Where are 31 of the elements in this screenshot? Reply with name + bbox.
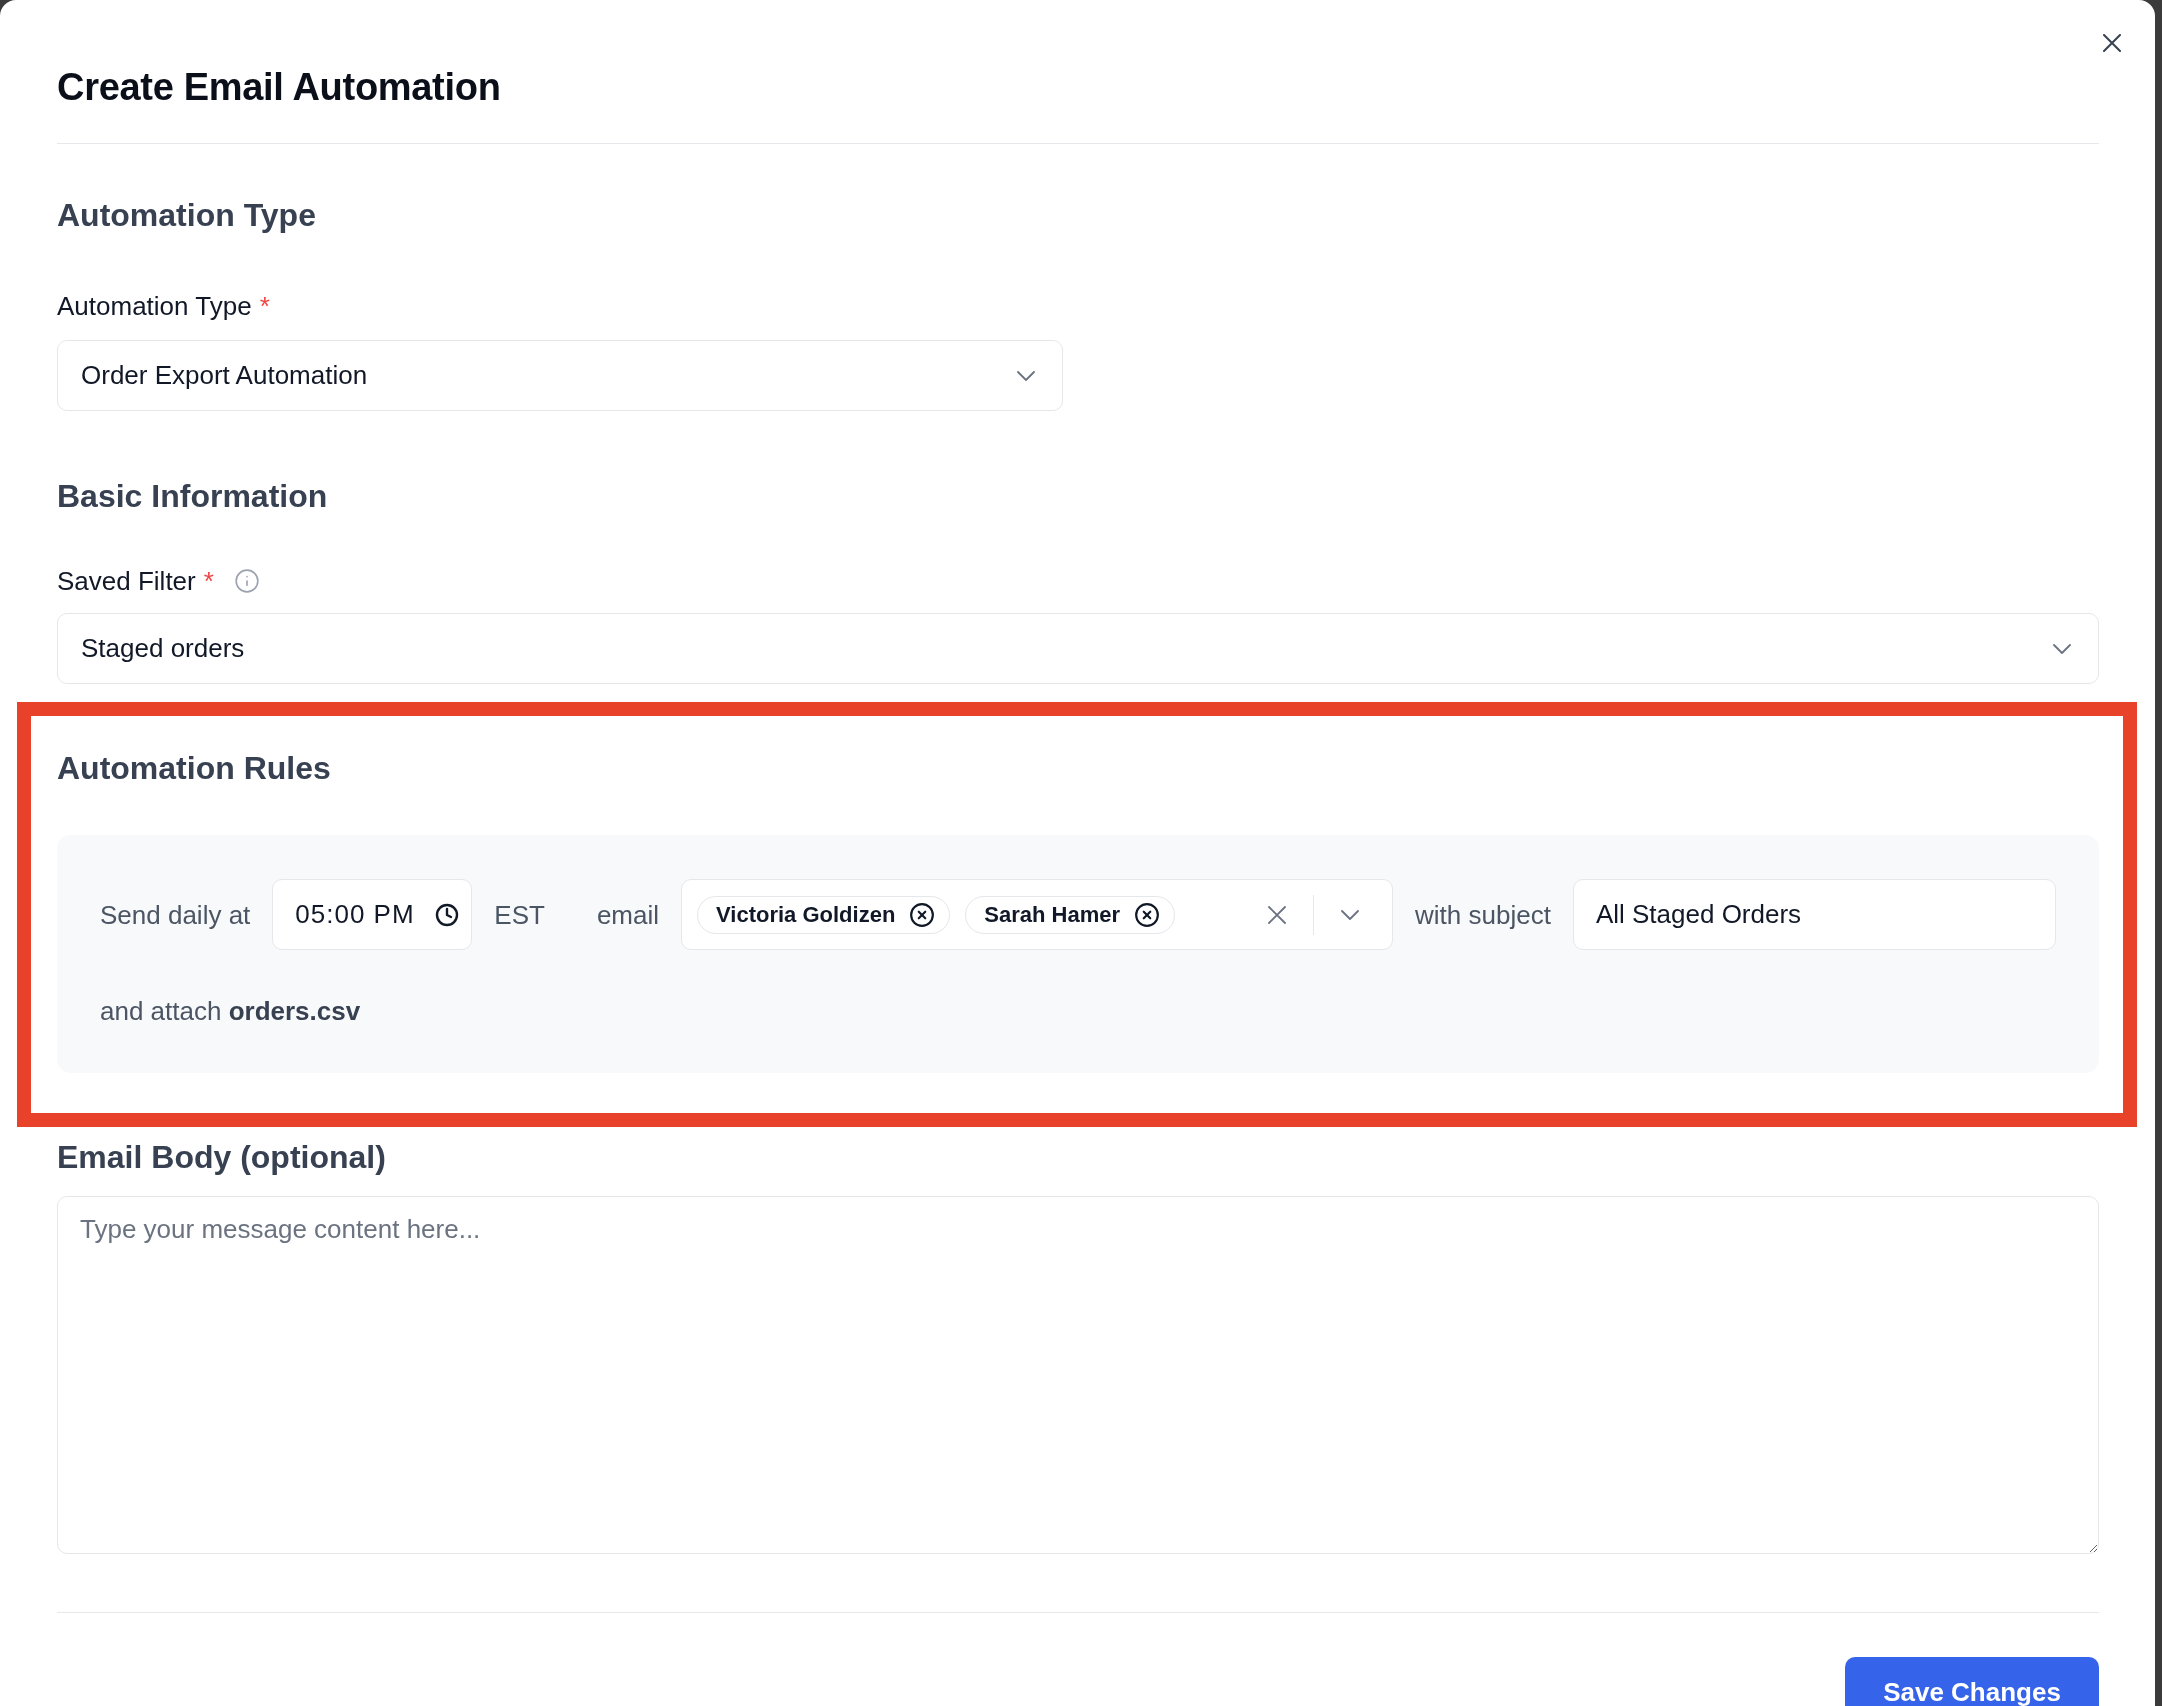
- clear-icon[interactable]: [1268, 905, 1287, 924]
- chevron-down-icon: [2053, 643, 2071, 654]
- select-field[interactable]: Order Export Automation: [57, 340, 1063, 411]
- rule-text: and attach orders.csv: [100, 996, 361, 1026]
- remove-icon[interactable]: [909, 901, 936, 928]
- section-heading: Automation Rules: [57, 750, 332, 786]
- subject-field[interactable]: All Staged Orders: [1572, 879, 2056, 950]
- required-mark: *: [203, 565, 214, 597]
- chevron-down-icon: [1017, 370, 1035, 381]
- message-field[interactable]: Type your message content here...: [57, 1196, 2099, 1554]
- field-label: Automation Type: [57, 290, 252, 322]
- section-heading: Automation Type: [57, 197, 317, 233]
- clock-icon: [435, 902, 460, 927]
- recipient-chip[interactable]: Sarah Hamer: [965, 895, 1176, 934]
- chevron-down-icon[interactable]: [1341, 909, 1360, 920]
- rule-text: EST: [494, 899, 545, 930]
- required-mark: *: [259, 290, 270, 322]
- dialog-title: Create Email Automation: [57, 65, 502, 110]
- rule-text: email: [596, 899, 660, 930]
- field-label: Saved Filter: [57, 565, 196, 597]
- recipients-field[interactable]: Victoria Goldizen Sarah Hamer: [681, 879, 1394, 950]
- save-changes-button[interactable]: Save Changes: [1845, 1657, 2099, 1706]
- rule-text: Send daily at: [100, 899, 251, 930]
- section-heading: Basic Information: [57, 478, 329, 514]
- close-icon: [2103, 34, 2121, 52]
- recipient-chip[interactable]: Victoria Goldizen: [697, 895, 951, 934]
- remove-icon[interactable]: [1134, 901, 1161, 928]
- rule-text: with subject: [1415, 899, 1551, 930]
- section-heading: Email Body (optional): [57, 1139, 387, 1175]
- time-field[interactable]: 05:00 PM: [272, 879, 473, 950]
- select-field[interactable]: Staged orders: [57, 613, 2099, 684]
